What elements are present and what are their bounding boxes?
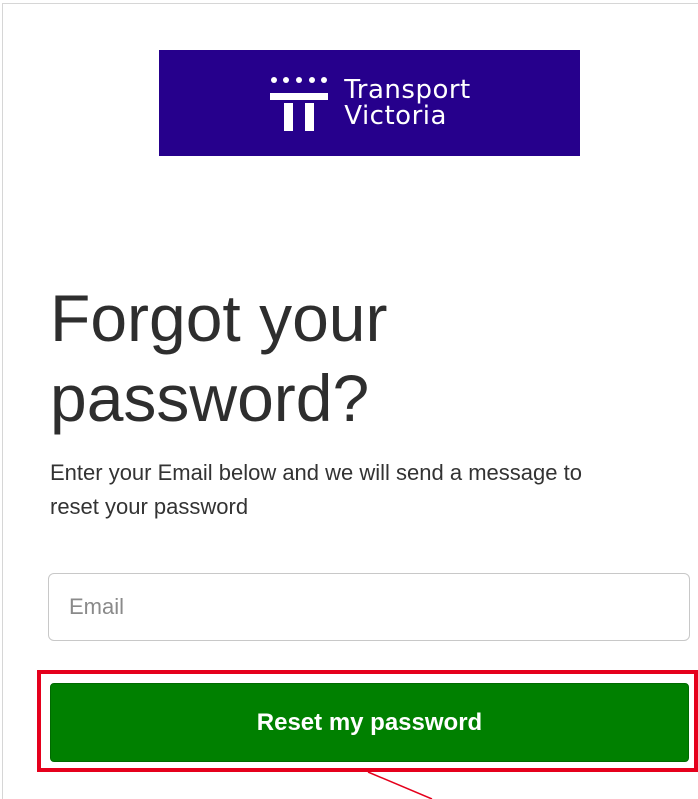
page-title: Forgot your password? (50, 278, 650, 438)
instructions-text: Enter your Email below and we will send … (50, 460, 582, 519)
email-input[interactable] (48, 573, 690, 641)
reset-password-button[interactable]: Reset my password (50, 683, 689, 762)
page-title-line2: password? (50, 361, 370, 435)
page-title-line1: Forgot your (50, 281, 388, 355)
brand-name: Transport Victoria (344, 77, 471, 129)
brand-name-line1: Transport (344, 75, 471, 105)
forgot-password-page: Transport Victoria Forgot your password?… (0, 0, 698, 799)
transport-victoria-logo-icon (270, 77, 329, 131)
transport-victoria-logo: Transport Victoria (159, 50, 580, 156)
brand-name-line2: Victoria (344, 101, 447, 131)
